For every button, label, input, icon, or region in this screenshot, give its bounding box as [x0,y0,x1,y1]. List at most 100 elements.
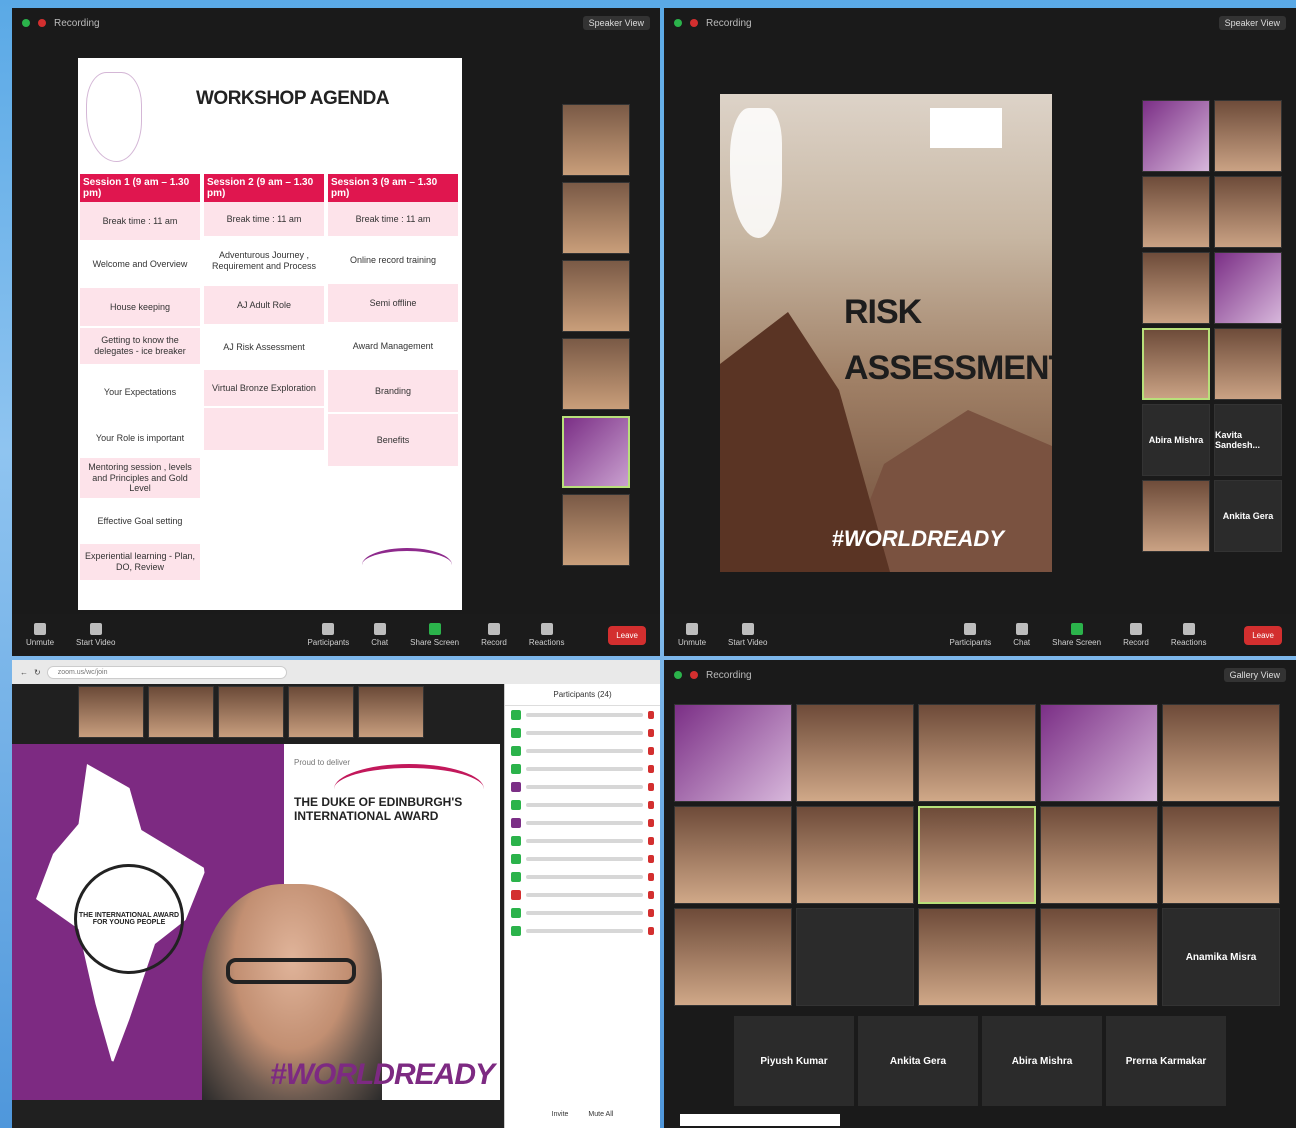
participant-row[interactable] [505,868,660,886]
participant-name-tile[interactable]: Abira Mishra [1142,404,1210,476]
back-icon[interactable]: ← [20,668,28,677]
participant-video-active[interactable] [562,416,630,488]
security-icon[interactable] [22,19,30,27]
participant-name-tile[interactable]: Kavita Sandesh... [1214,404,1282,476]
participant-name-tile[interactable]: Ankita Gera [858,1016,978,1106]
participant-row[interactable] [505,814,660,832]
zoom-web-window: ← ↻ zoom.us/wc/join THE INTERNATIONAL AW… [12,660,660,1128]
participant-video[interactable] [1162,806,1280,904]
participant-video[interactable] [1214,252,1282,324]
unmute-button[interactable]: Unmute [678,623,706,647]
participant-video[interactable] [796,908,914,1006]
participant-video[interactable] [796,806,914,904]
participant-video[interactable] [1040,704,1158,802]
participant-video[interactable] [674,908,792,1006]
participant-video[interactable] [288,686,354,738]
participant-video[interactable] [1040,806,1158,904]
participant-video[interactable] [1162,704,1280,802]
participant-video[interactable] [78,686,144,738]
participant-row[interactable] [505,778,660,796]
participant-video-active[interactable] [1142,328,1210,400]
zoom-gallery-window: Recording Gallery View Anamika Misra Piy… [664,660,1296,1128]
share-screen-button[interactable]: Share Screen [1052,623,1101,647]
participant-name-tile[interactable]: Anamika Misra [1162,908,1280,1006]
view-toggle-button[interactable]: Speaker View [582,16,650,30]
participant-video[interactable] [918,908,1036,1006]
participant-video[interactable] [562,182,630,254]
start-video-button[interactable]: Start Video [76,623,115,647]
participant-video[interactable] [148,686,214,738]
participant-row[interactable] [505,922,660,940]
participant-name: Ankita Gera [889,1055,947,1067]
participant-row[interactable] [505,724,660,742]
invite-button[interactable]: Invite [552,1111,569,1118]
participant-video[interactable] [562,338,630,410]
share-icon [1070,623,1083,635]
notification-toast[interactable] [680,1114,840,1126]
participant-video[interactable] [1214,176,1282,248]
record-button[interactable]: Record [1123,623,1149,647]
unmute-button[interactable]: Unmute [26,623,54,647]
record-button[interactable]: Record [481,623,507,647]
reactions-button[interactable]: Reactions [528,623,565,647]
participant-video[interactable] [796,704,914,802]
participant-row[interactable] [505,742,660,760]
participant-video[interactable] [1142,176,1210,248]
session-2-column: Break time : 11 am Adventurous Journey ,… [204,202,324,452]
participant-video[interactable] [562,260,630,332]
agenda-item: Experiential learning - Plan, DO, Review [80,544,200,582]
participant-video[interactable] [1142,480,1210,552]
participant-row[interactable] [505,706,660,724]
participant-video[interactable] [1214,100,1282,172]
glasses [226,958,356,984]
hashtag-text: #WORLDREADY [831,526,1004,551]
reactions-button[interactable]: Reactions [1171,623,1206,647]
agenda-item: AJ Adult Role [204,286,324,326]
toolbar-label: Record [1123,638,1149,647]
participant-video[interactable] [562,494,630,566]
record-icon [487,623,500,635]
participants-button[interactable]: Participants [949,623,991,647]
leave-button[interactable]: Leave [1244,625,1282,645]
participant-video[interactable] [674,704,792,802]
participant-name-tile[interactable]: Abira Mishra [982,1016,1102,1106]
participant-row[interactable] [505,760,660,778]
address-bar[interactable]: zoom.us/wc/join [46,665,287,679]
participant-video[interactable] [1142,100,1210,172]
recording-icon [690,671,698,679]
participant-video-active[interactable] [918,806,1036,904]
participant-name-tile[interactable]: Prerna Karmakar [1106,1016,1226,1106]
security-icon[interactable] [674,671,682,679]
camera-icon [741,623,754,635]
chat-button[interactable]: Chat [1013,623,1030,647]
participant-row[interactable] [505,796,660,814]
view-toggle-button[interactable]: Gallery View [1223,668,1286,682]
participant-video[interactable] [918,704,1036,802]
share-screen-button[interactable]: Share Screen [410,623,459,647]
security-icon[interactable] [674,19,682,27]
participant-name: Abira Mishra [1148,435,1204,445]
microphone-icon [34,623,46,635]
participant-name-tile[interactable]: Ankita Gera [1214,480,1282,552]
participant-video[interactable] [562,104,630,176]
participant-row[interactable] [505,904,660,922]
participant-row[interactable] [505,832,660,850]
participant-video[interactable] [1142,252,1210,324]
participant-video[interactable] [358,686,424,738]
agenda-item: Online record training [328,238,458,284]
participant-video[interactable] [1214,328,1282,400]
participant-row[interactable] [505,850,660,868]
refresh-icon[interactable]: ↻ [34,668,41,677]
participant-video[interactable] [674,806,792,904]
start-video-button[interactable]: Start Video [728,623,767,647]
participant-name-tile[interactable]: Piyush Kumar [734,1016,854,1106]
view-toggle-button[interactable]: Speaker View [1218,16,1286,30]
participants-button[interactable]: Participants [307,623,349,647]
mute-all-button[interactable]: Mute All [588,1111,613,1118]
chat-button[interactable]: Chat [371,623,388,647]
leave-button[interactable]: Leave [608,625,646,645]
participant-row[interactable] [505,886,660,904]
participant-video[interactable] [218,686,284,738]
toolbar-label: Reactions [528,638,565,647]
participant-video[interactable] [1040,908,1158,1006]
